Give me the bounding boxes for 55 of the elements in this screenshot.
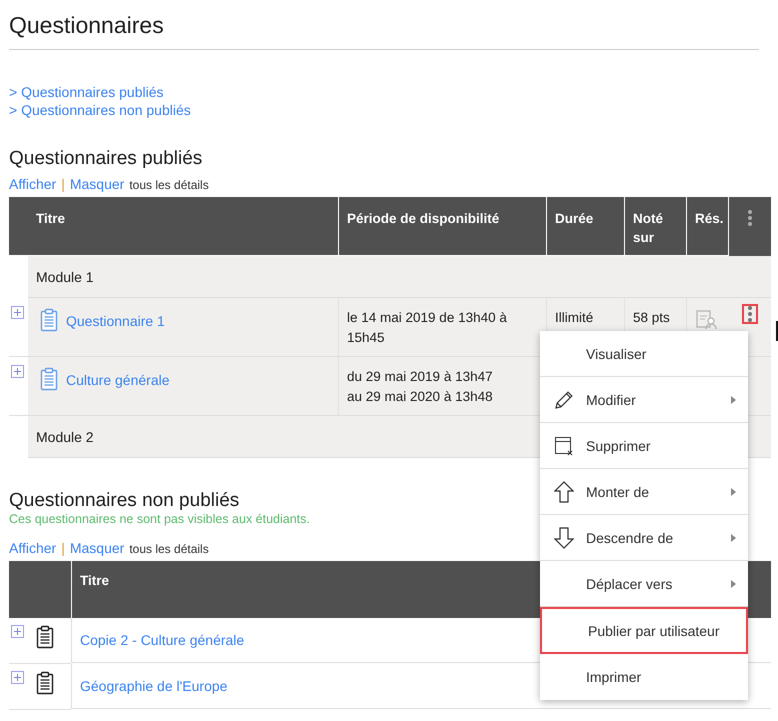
column-header: Titre: [9, 197, 338, 255]
clipboard-icon: [40, 308, 58, 332]
section-heading: Questionnaires non publiés: [9, 490, 240, 512]
menu-item[interactable]: Imprimer: [540, 654, 748, 700]
pencil-icon: [554, 390, 574, 410]
link-separator: |: [61, 540, 65, 556]
expand-icon[interactable]: [11, 625, 24, 638]
show-details-link[interactable]: Afficher: [9, 176, 56, 192]
details-label: tous les détails: [129, 178, 209, 192]
menu-item[interactable]: Déplacer vers: [540, 561, 748, 607]
show-details-link[interactable]: Afficher: [9, 540, 56, 556]
section-note: Ces questionnaires ne sont pas visibles aux étudiants.: [9, 512, 310, 526]
page-title: Questionnaires: [9, 12, 759, 50]
more-options-icon[interactable]: [748, 210, 752, 226]
clipboard-icon: [40, 367, 58, 391]
group-row: Module 1: [28, 256, 771, 298]
menu-item[interactable]: Descendre de: [540, 515, 748, 561]
column-header: [9, 561, 71, 618]
delete-icon: [554, 436, 574, 456]
row-menu-button[interactable]: [742, 304, 758, 324]
anchor-link[interactable]: > Questionnaires publiés: [9, 84, 771, 100]
expand-icon[interactable]: [11, 306, 24, 319]
anchor-link[interactable]: > Questionnaires non publiés: [9, 102, 771, 118]
more-options-icon[interactable]: [748, 306, 752, 322]
section-heading: Questionnaires publiés: [9, 148, 202, 170]
quiz-link[interactable]: Copie 2 - Culture générale: [80, 632, 244, 648]
submenu-arrow-icon: [731, 580, 736, 588]
availability-cell: le 14 mai 2019 de 13h40 à 15h45: [338, 298, 546, 357]
hide-details-link[interactable]: Masquer: [70, 176, 124, 192]
clipboard-icon: [36, 625, 54, 649]
up-arrow-icon: [554, 480, 574, 502]
menu-item[interactable]: Modifier: [540, 377, 748, 423]
column-header: Période de disponibilité: [338, 197, 546, 255]
cursor-icon: [776, 321, 778, 341]
quiz-link[interactable]: Culture générale: [66, 370, 170, 390]
menu-item[interactable]: Monter de: [540, 469, 748, 515]
column-header: Durée: [546, 197, 624, 255]
menu-item[interactable]: Visualiser: [540, 331, 748, 377]
expand-icon[interactable]: [11, 671, 24, 684]
link-separator: |: [61, 176, 65, 192]
column-header: Rés.: [686, 197, 728, 255]
quiz-link[interactable]: Questionnaire 1: [66, 311, 165, 331]
expand-icon[interactable]: [11, 365, 24, 378]
down-arrow-icon: [554, 526, 574, 548]
hide-details-link[interactable]: Masquer: [70, 540, 124, 556]
clipboard-person-icon[interactable]: [695, 308, 717, 330]
quiz-link[interactable]: Géographie de l'Europe: [80, 678, 228, 694]
details-label: tous les détails: [129, 542, 209, 556]
submenu-arrow-icon: [731, 534, 736, 542]
submenu-arrow-icon: [731, 488, 736, 496]
menu-item[interactable]: Supprimer: [540, 423, 748, 469]
menu-item[interactable]: Publier par utilisateur: [540, 607, 748, 654]
submenu-arrow-icon: [731, 396, 736, 404]
clipboard-icon: [36, 671, 54, 695]
column-header: Noté sur: [624, 197, 686, 255]
